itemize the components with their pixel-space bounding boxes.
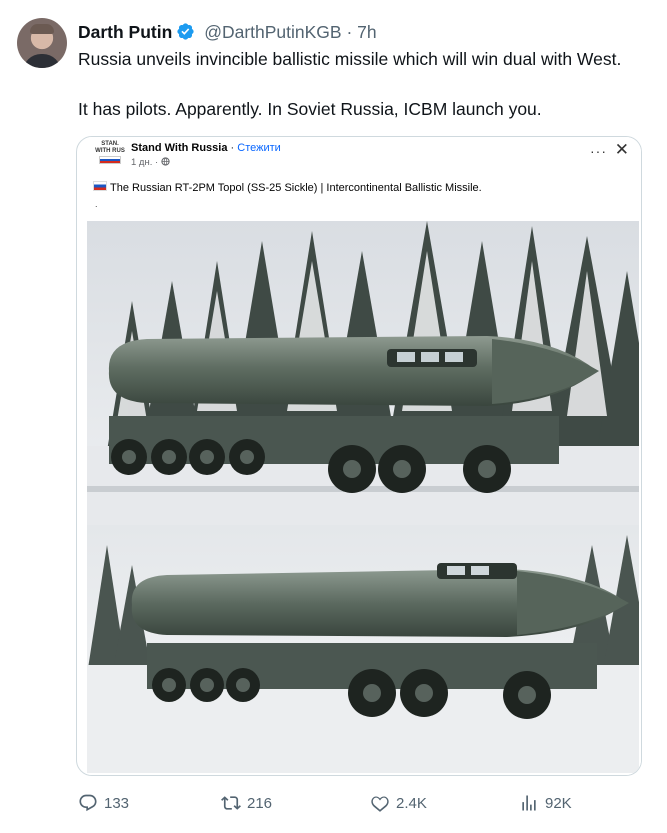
views-button[interactable]: 92K (519, 790, 572, 816)
more-options-icon: ··· (590, 143, 607, 159)
post-caption-dot: . (95, 199, 98, 209)
reply-button[interactable]: 133 (78, 790, 129, 816)
bar-chart-icon (522, 795, 536, 811)
follow-link: Стежити (237, 142, 281, 154)
post-meta: 1 дн. · (131, 157, 170, 168)
avatar-suit (23, 54, 61, 68)
post-caption: The Russian RT-2PM Topol (SS-25 Sickle) … (93, 181, 482, 194)
verified-badge-icon (176, 22, 195, 47)
retweet-icon (221, 796, 241, 810)
post-caption-text: The Russian RT-2PM Topol (SS-25 Sickle) … (110, 182, 482, 194)
page-separator: · (227, 142, 238, 154)
avatar[interactable] (17, 18, 67, 68)
reply-count: 133 (104, 794, 130, 812)
tweet[interactable]: Darth Putin @DarthPutinKGB · 7h Russia u… (0, 0, 667, 833)
retweet-count: 216 (247, 794, 273, 812)
avatar-hair (30, 24, 54, 34)
timestamp[interactable]: 7h (357, 22, 376, 42)
reply-icon (79, 794, 97, 812)
like-count: 2.4K (396, 794, 427, 812)
missile-photo-top (87, 221, 639, 525)
tweet-text-line-2: It has pilots. Apparently. In Soviet Rus… (78, 99, 542, 119)
page-logo: STAN. WITH RUS (95, 141, 125, 167)
author-handle[interactable]: @DarthPutinKGB (204, 22, 341, 42)
separator-dot: · (346, 22, 353, 42)
russian-flag-icon (99, 156, 121, 164)
heart-icon (371, 796, 389, 812)
russian-flag-emoji-icon (93, 181, 107, 191)
embedded-facebook-post: STAN. WITH RUS Stand With Russia · Стежи… (85, 137, 641, 775)
missile-photo-bottom (87, 525, 639, 773)
tweet-header: Darth Putin @DarthPutinKGB · 7h (78, 20, 377, 44)
page-header: Stand With Russia · Стежити (131, 141, 281, 155)
media-card[interactable]: STAN. WITH RUS Stand With Russia · Стежи… (76, 136, 642, 776)
page-name: Stand With Russia (131, 142, 228, 154)
views-count: 92K (545, 794, 572, 812)
close-icon: ✕ (614, 140, 629, 159)
retweet-button[interactable]: 216 (221, 790, 272, 816)
globe-icon (161, 157, 170, 166)
author-name[interactable]: Darth Putin (78, 22, 172, 42)
like-button[interactable]: 2.4K (370, 790, 427, 816)
tweet-text-line-1: Russia unveils invincible ballistic miss… (78, 49, 622, 69)
tweet-actions: 133 216 2.4K 92K (78, 790, 578, 816)
page-logo-text: STAN. WITH RUS (95, 141, 125, 154)
post-age: 1 дн. · (131, 157, 159, 168)
